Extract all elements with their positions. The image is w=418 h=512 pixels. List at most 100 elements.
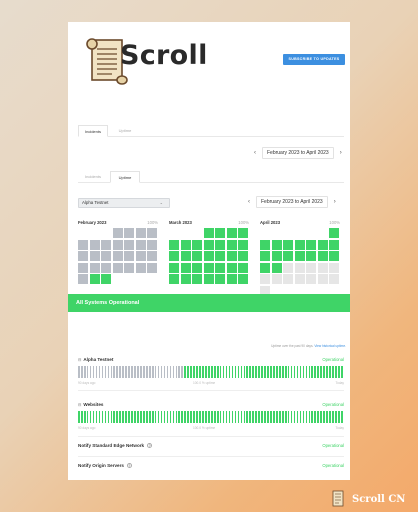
uptime-day-bar[interactable] xyxy=(290,366,293,378)
calendar-day[interactable] xyxy=(101,262,111,273)
uptime-day-bar[interactable] xyxy=(125,411,127,423)
uptime-day-bar[interactable] xyxy=(148,366,151,378)
uptime-day-bar[interactable] xyxy=(145,411,148,423)
calendar-day[interactable] xyxy=(329,274,339,284)
calendar-day[interactable] xyxy=(101,239,111,250)
calendar-day[interactable] xyxy=(306,262,316,273)
uptime-day-bar[interactable] xyxy=(237,366,240,378)
calendar-day[interactable] xyxy=(101,274,111,284)
uptime-day-bar[interactable] xyxy=(157,411,160,423)
cal-next-arrow-icon[interactable]: › xyxy=(330,199,340,205)
calendar-day[interactable] xyxy=(271,239,282,250)
uptime-day-bar[interactable] xyxy=(119,366,121,378)
calendar-day[interactable] xyxy=(283,239,293,250)
calendar-day[interactable] xyxy=(192,262,202,273)
uptime-day-bar[interactable] xyxy=(205,366,207,378)
uptime-day-bar[interactable] xyxy=(148,411,151,423)
uptime-day-bar[interactable] xyxy=(101,366,104,378)
uptime-day-bar[interactable] xyxy=(172,366,175,378)
uptime-day-bar[interactable] xyxy=(157,366,160,378)
uptime-day-bar[interactable] xyxy=(326,366,328,378)
uptime-day-bar[interactable] xyxy=(290,411,293,423)
uptime-day-bar[interactable] xyxy=(317,411,320,423)
uptime-day-bar[interactable] xyxy=(296,411,299,423)
uptime-day-bar[interactable] xyxy=(83,411,86,423)
uptime-day-bar[interactable] xyxy=(166,411,169,423)
uptime-day-bar[interactable] xyxy=(302,411,305,423)
calendar-day[interactable] xyxy=(329,228,339,238)
uptime-day-bar[interactable] xyxy=(181,366,184,378)
uptime-day-bar[interactable] xyxy=(314,411,317,423)
uptime-day-bar[interactable] xyxy=(78,366,80,378)
uptime-day-bar[interactable] xyxy=(175,411,178,423)
calendar-day[interactable] xyxy=(124,228,134,238)
uptime-day-bar[interactable] xyxy=(249,366,252,378)
uptime-day-bar[interactable] xyxy=(131,411,133,423)
uptime-day-bar[interactable] xyxy=(80,411,83,423)
uptime-day-bar[interactable] xyxy=(154,366,157,378)
uptime-day-bar[interactable] xyxy=(116,366,119,378)
uptime-day-bar[interactable] xyxy=(98,366,101,378)
uptime-day-bar[interactable] xyxy=(225,366,228,378)
uptime-day-bar[interactable] xyxy=(270,366,272,378)
uptime-day-bar[interactable] xyxy=(278,366,281,378)
calendar-day[interactable] xyxy=(180,274,191,284)
uptime-day-bar[interactable] xyxy=(317,366,320,378)
calendar-day[interactable] xyxy=(89,251,100,261)
uptime-day-bar[interactable] xyxy=(225,411,228,423)
uptime-day-bar[interactable] xyxy=(211,411,213,423)
calendar-day[interactable] xyxy=(271,251,282,261)
uptime-day-bar[interactable] xyxy=(276,411,278,423)
calendar-day[interactable] xyxy=(147,239,157,250)
calendar-day[interactable] xyxy=(180,262,191,273)
calendar-day[interactable] xyxy=(112,251,123,261)
uptime-day-bar[interactable] xyxy=(160,411,163,423)
uptime-day-bar[interactable] xyxy=(278,411,281,423)
uptime-day-bar[interactable] xyxy=(320,411,322,423)
uptime-day-bar[interactable] xyxy=(305,411,308,423)
uptime-day-bar[interactable] xyxy=(113,366,116,378)
uptime-day-bar[interactable] xyxy=(119,411,121,423)
calendar-day[interactable] xyxy=(78,251,88,261)
uptime-day-bar[interactable] xyxy=(83,366,86,378)
uptime-day-bar[interactable] xyxy=(89,411,92,423)
uptime-day-bar[interactable] xyxy=(234,366,237,378)
calendar-day[interactable] xyxy=(180,251,191,261)
uptime-day-bar[interactable] xyxy=(92,366,95,378)
uptime-day-bar[interactable] xyxy=(95,411,98,423)
tab-incidents-2[interactable]: Incidents xyxy=(78,171,108,183)
calendar-day[interactable] xyxy=(271,262,282,273)
uptime-day-bar[interactable] xyxy=(293,366,296,378)
uptime-day-bar[interactable] xyxy=(107,411,110,423)
uptime-day-bar[interactable] xyxy=(335,411,337,423)
calendar-day[interactable] xyxy=(226,274,237,284)
uptime-day-bar[interactable] xyxy=(258,366,260,378)
uptime-day-bar[interactable] xyxy=(243,411,246,423)
component-select[interactable]: Alpha Testnet ⌄ xyxy=(78,198,170,208)
uptime-day-bar[interactable] xyxy=(116,411,119,423)
uptime-day-bar[interactable] xyxy=(122,411,124,423)
uptime-day-bar[interactable] xyxy=(160,366,163,378)
calendar-day[interactable] xyxy=(124,251,134,261)
uptime-day-bar[interactable] xyxy=(202,366,204,378)
uptime-day-bar[interactable] xyxy=(163,366,166,378)
uptime-day-bar[interactable] xyxy=(287,411,290,423)
calendar-day[interactable] xyxy=(317,251,328,261)
calendar-day[interactable] xyxy=(238,274,248,284)
calendar-day[interactable] xyxy=(215,262,225,273)
calendar-day[interactable] xyxy=(294,251,305,261)
calendar-day[interactable] xyxy=(89,239,100,250)
uptime-day-bar[interactable] xyxy=(143,366,145,378)
calendar-day[interactable] xyxy=(112,228,123,238)
uptime-day-bar[interactable] xyxy=(193,366,195,378)
uptime-day-bar[interactable] xyxy=(305,366,308,378)
uptime-day-bar[interactable] xyxy=(205,411,207,423)
calendar-day[interactable] xyxy=(329,239,339,250)
uptime-day-bar[interactable] xyxy=(78,411,80,423)
calendar-day[interactable] xyxy=(169,262,179,273)
uptime-day-bar[interactable] xyxy=(222,366,225,378)
uptime-day-bar[interactable] xyxy=(163,411,166,423)
subscribe-button[interactable]: SUBSCRIBE TO UPDATES xyxy=(283,54,345,65)
uptime-day-bar[interactable] xyxy=(264,366,266,378)
calendar-day[interactable] xyxy=(260,251,270,261)
